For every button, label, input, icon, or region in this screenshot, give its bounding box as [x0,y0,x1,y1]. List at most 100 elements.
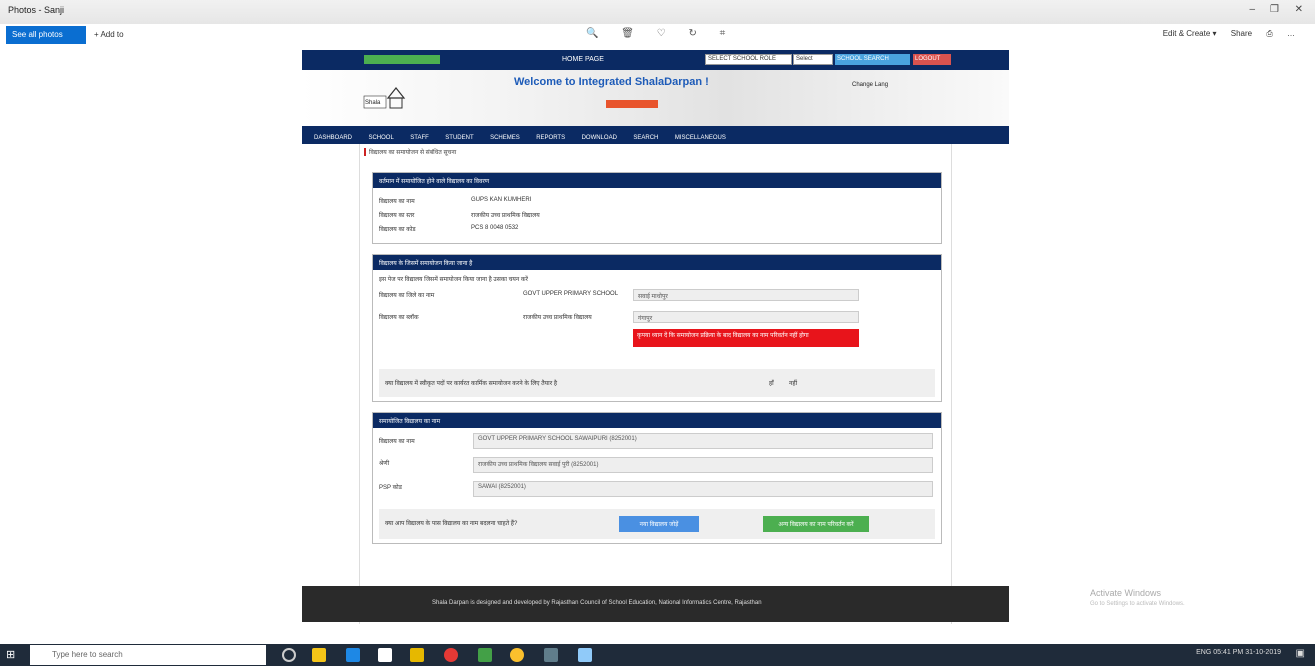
home-link[interactable]: HOME PAGE [562,56,604,63]
field-label: विद्यालय का कोड [379,227,416,233]
block-label: विद्यालय का ब्लॉक [379,315,419,321]
print-icon[interactable]: ⎙ [1266,29,1272,38]
school-name-field[interactable]: GOVT UPPER PRIMARY SCHOOL SAWAIPURI (825… [473,433,933,449]
category-label: GOVT UPPER PRIMARY SCHOOL [523,291,619,297]
nav-download[interactable]: DOWNLOAD [582,135,617,141]
crop-icon[interactable]: ⌗ [720,28,728,39]
content-area: विद्यालय का समायोजन से संबंधित सूचना वर्… [359,144,952,624]
system-tray: ENG 05:41 PM 31-10-2019 [1196,649,1281,656]
change-language-link[interactable]: Change Lang [852,82,888,88]
nav-staff[interactable]: STAFF [410,135,429,141]
district-field[interactable]: सवाई माधोपुर [633,289,859,301]
file-explorer-icon[interactable] [312,648,326,662]
notification-icon[interactable]: ▣ [1296,648,1305,659]
breadcrumb: विद्यालय का समायोजन से संबंधित सूचना [364,148,456,156]
category-field[interactable]: राजकीय उच्च प्राथमिक विद्यालय सवाई पुरी … [473,457,933,473]
panel-note: इस पेज पर विद्यालय जिसमें समायोजन किया ज… [379,277,528,283]
cortana-icon[interactable] [282,648,296,662]
logo-chip [364,55,440,64]
right-tools: Edit & Create ▾ Share ⎙ … [1151,29,1295,39]
windows-taskbar: ⊞ Type here to search ENG 05:41 PM 31-10… [0,644,1315,666]
adjusted-school-panel: समायोजित विद्यालय का नाम विद्यालय का नाम… [372,412,942,544]
field-label: विद्यालय का स्तर [379,213,415,219]
panel-title: वर्तमान में समायोजित होने वाले विद्यालय … [373,173,941,188]
welcome-heading: Welcome to Integrated ShalaDarpan ! [514,76,709,88]
maximize-button[interactable]: ❐ [1270,4,1279,15]
current-school-panel: वर्तमान में समायोजित होने वाले विद्यालय … [372,172,942,244]
banner-badge [606,100,658,108]
rotate-icon[interactable]: ↻ [688,28,698,39]
field-label: श्रेणी [379,461,390,467]
warning-alert: कृपया ध्यान दें कि समायोजन प्रक्रिया के … [633,329,859,347]
lang-indicator[interactable]: ENG [1196,649,1211,656]
type-label: राजकीय उच्च प्राथमिक विद्यालय [523,315,592,321]
logout-button[interactable]: LOGOUT [913,54,951,65]
more-icon[interactable]: … [1287,29,1295,38]
shaladarpan-page: HOME PAGE SELECT SCHOOL ROLE Select SCHO… [302,50,1009,624]
panel-title: विद्यालय के जिसमें समायोजन किया जाना है [373,255,941,270]
edge-icon[interactable] [346,648,360,662]
app-icon[interactable] [478,648,492,662]
add-to-button[interactable]: + Add to [94,30,124,39]
svg-text:Shala: Shala [365,100,381,106]
nav-reports[interactable]: REPORTS [536,135,565,141]
taskbar-search-box[interactable]: Type here to search [30,645,266,665]
photos-app-icon[interactable] [578,648,592,662]
nav-student[interactable]: STUDENT [445,135,473,141]
rename-school-button[interactable]: अन्य विद्यालय का नाम परिवर्तन करें [763,516,869,532]
share-button[interactable]: Share [1231,29,1252,38]
minimize-button[interactable]: – [1249,4,1255,15]
chrome-icon[interactable] [510,648,524,662]
nav-dashboard[interactable]: DASHBOARD [314,135,352,141]
school-role-select[interactable]: SELECT SCHOOL ROLE [705,54,792,65]
activate-windows-subtitle: Go to Settings to activate Windows. [1090,601,1185,607]
add-school-button[interactable]: नया विद्यालय जोड़ें [619,516,699,532]
secondary-select[interactable]: Select [793,54,833,65]
clock-date[interactable]: 31-10-2019 [1245,649,1281,656]
nav-misc[interactable]: MISCELLANEOUS [675,135,726,141]
nav-school[interactable]: SCHOOL [368,135,393,141]
app-icon[interactable] [544,648,558,662]
district-label: विद्यालय का जिले का नाम [379,293,435,299]
edit-create-button[interactable]: Edit & Create ▾ [1163,29,1217,38]
window-titlebar: Photos - Sanji – ❐ ✕ [0,0,1315,24]
question-box: क्या विद्यालय में स्वीकृत पदों पर कार्यर… [379,369,935,397]
field-value: PCS 8 0048 0532 [471,225,519,231]
field-value: GUPS KAN KUMHERI [471,197,532,203]
field-label: विद्यालय का नाम [379,439,415,445]
see-all-photos-button[interactable]: See all photos [6,26,86,44]
top-bar: HOME PAGE SELECT SCHOOL ROLE Select SCHO… [302,50,1009,70]
no-radio[interactable]: नहीं [789,379,797,387]
activate-windows-title: Activate Windows [1090,588,1162,598]
block-field[interactable]: गंगापुर [633,311,859,323]
nav-schemes[interactable]: SCHEMES [490,135,520,141]
main-nav: DASHBOARD SCHOOL STAFF STUDENT SCHEMES R… [302,126,1009,144]
nav-search[interactable]: SEARCH [633,135,658,141]
shaladarpan-logo: Shala [363,87,406,109]
banner: Shala Welcome to Integrated ShalaDarpan … [302,70,1009,126]
clock-time[interactable]: 05:41 PM [1213,649,1243,656]
folder-icon[interactable] [410,648,424,662]
opera-icon[interactable] [444,648,458,662]
yes-radio[interactable]: हाँ [769,379,774,387]
favorite-icon[interactable]: ♡ [657,28,668,39]
question-text: क्या विद्यालय में स्वीकृत पदों पर कार्यर… [385,381,558,387]
photo-tools: 🔍 🗑 ♡ ↻ ⌗ [586,28,743,39]
site-footer: Shala Darpan is designed and developed b… [302,586,1009,622]
field-label: विद्यालय का नाम [379,199,415,205]
window-title: Photos - Sanji [8,5,65,15]
windows-start-icon[interactable]: ⊞ [6,648,20,662]
action-question: क्या आप विद्यालय के पास विद्यालय का नाम … [385,521,518,527]
delete-icon[interactable]: 🗑 [621,28,636,39]
action-box: क्या आप विद्यालय के पास विद्यालय का नाम … [379,509,935,539]
zoom-icon[interactable]: 🔍 [586,28,600,39]
footer-text: Shala Darpan is designed and developed b… [432,600,762,606]
store-icon[interactable] [378,648,392,662]
field-label: PSP कोड [379,485,402,491]
panel-title: समायोजित विद्यालय का नाम [373,413,941,428]
close-button[interactable]: ✕ [1295,4,1303,15]
school-search-button[interactable]: SCHOOL SEARCH [835,54,910,65]
field-value: राजकीय उच्च प्राथमिक विद्यालय [471,213,540,219]
psp-code-field[interactable]: SAWAI (8252001) [473,481,933,497]
target-school-panel: विद्यालय के जिसमें समायोजन किया जाना है … [372,254,942,402]
